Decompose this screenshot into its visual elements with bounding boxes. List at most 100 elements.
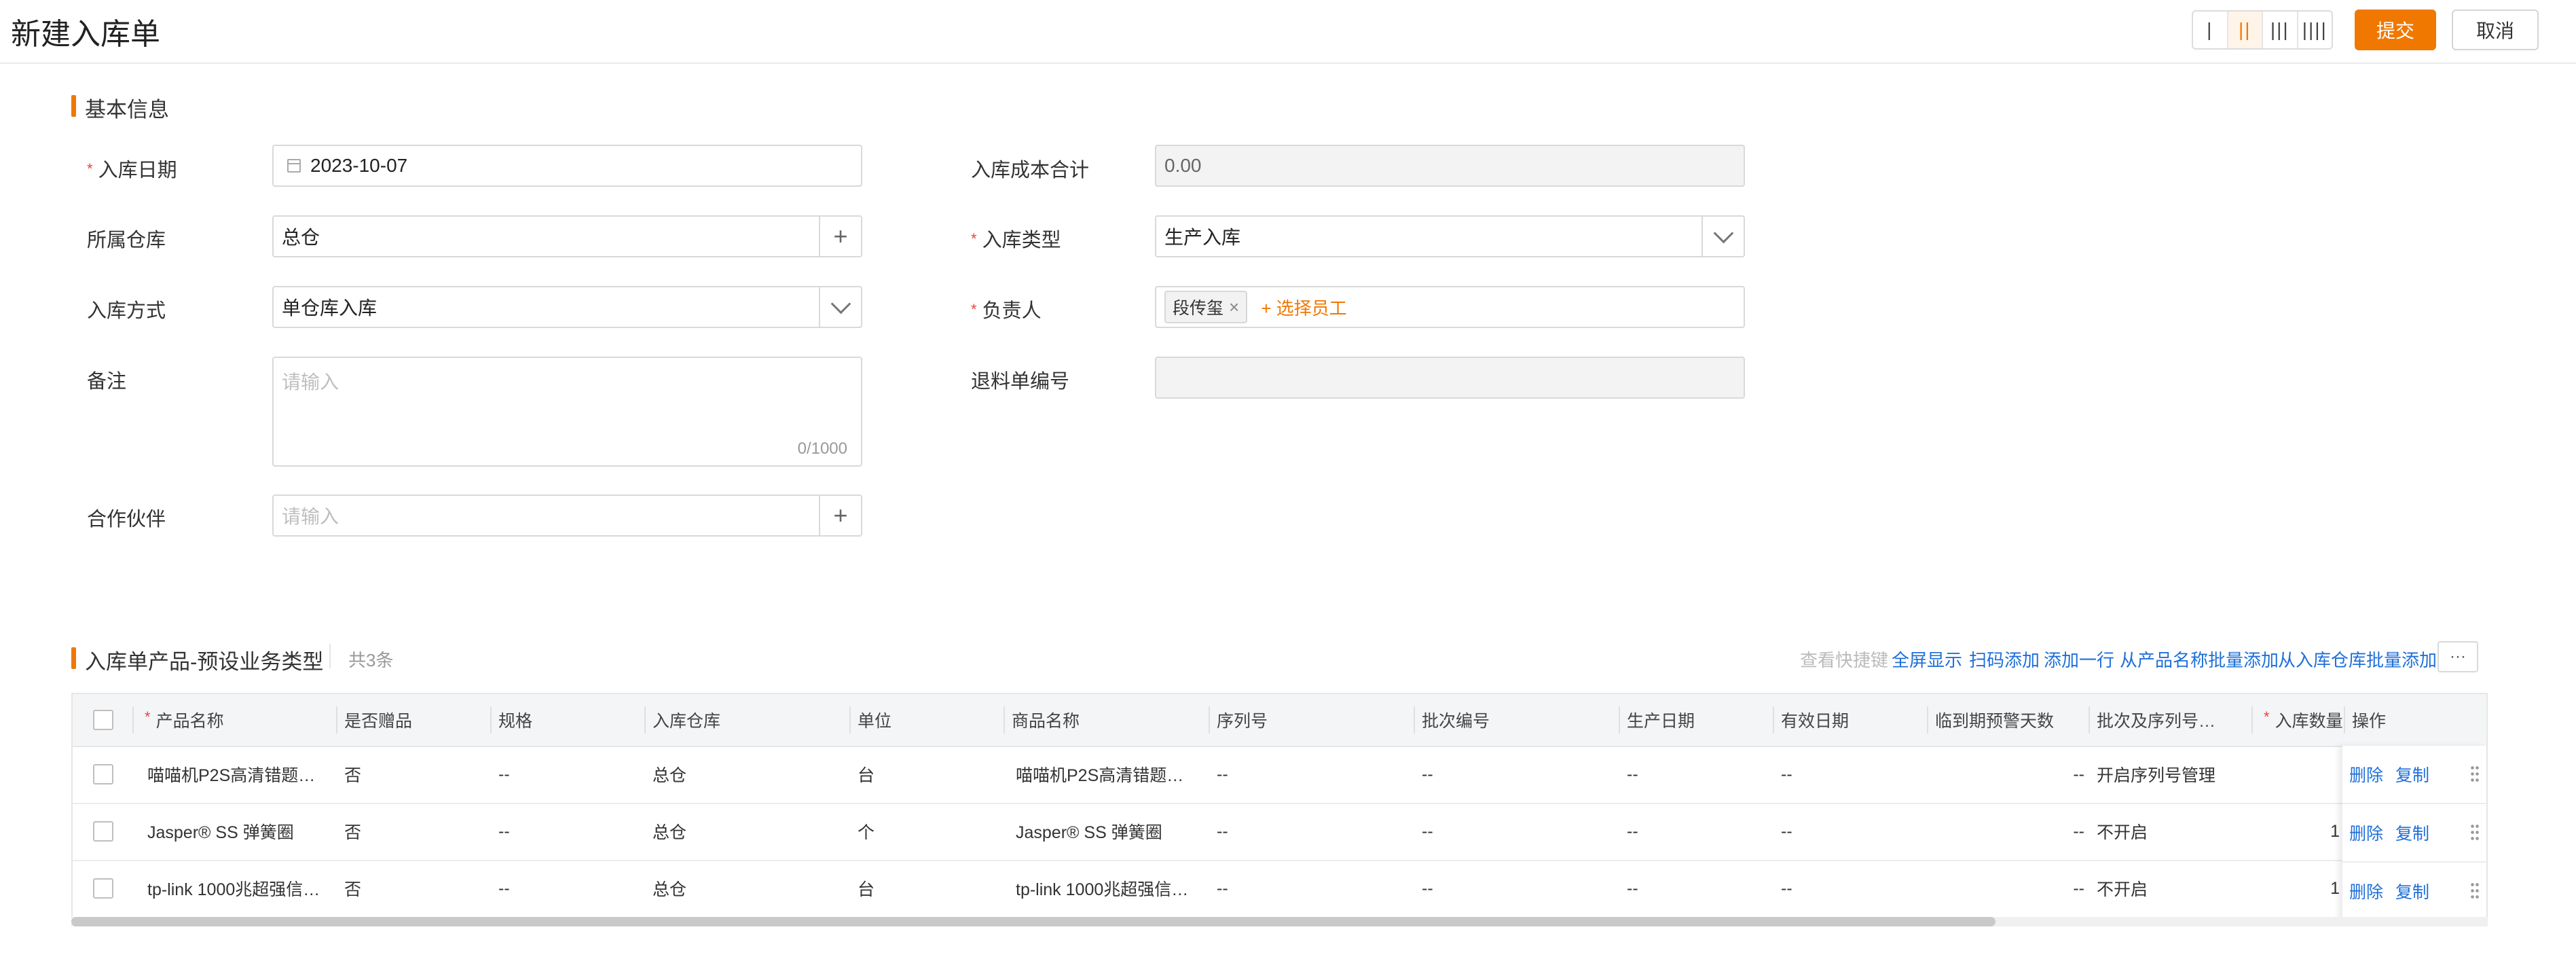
actions-row: 删除 复制 [2342,746,2486,804]
cell-product-name[interactable]: Jasper® SS 弹簧圈 [134,803,337,860]
cell-batch[interactable]: -- [1415,860,1620,917]
cell-prod-date[interactable]: -- [1620,746,1774,803]
row-select-cell [73,746,134,803]
row-checkbox[interactable] [93,821,113,842]
cell-quantity[interactable]: 1 [2253,803,2345,860]
cell-prod-date[interactable]: -- [1620,803,1774,860]
cell-exp-date[interactable]: -- [1774,860,1928,917]
add-partner-button[interactable]: + [819,496,861,535]
required-mark: * [971,230,977,247]
more-actions-button[interactable]: ··· [2437,641,2478,672]
actions-cell: 删除 复制 [2342,863,2486,917]
cancel-button[interactable]: 取消 [2452,10,2539,50]
chevron-down-icon [830,293,851,314]
type-label-text: 入库类型 [982,230,1061,251]
cell-warn-days[interactable]: -- [1928,803,2090,860]
cell-unit: 台 [858,766,875,785]
cell-serial[interactable]: -- [1210,803,1415,860]
warehouse-field[interactable]: 总仓 + [272,215,862,257]
method-dropdown-toggle[interactable] [819,287,861,327]
batch-add-by-name-link[interactable]: 从产品名称批量添加 [2120,647,2279,672]
copy-row-link[interactable]: 复制 [2395,879,2429,903]
owner-label: * 负责人 [971,295,1042,323]
row-checkbox[interactable] [93,764,113,784]
copy-row-link[interactable]: 复制 [2395,820,2429,845]
layout-3-column-button[interactable]: ||| [2263,12,2298,48]
required-mark: * [87,160,93,177]
remove-owner-icon[interactable]: × [1229,297,1239,318]
submit-button[interactable]: 提交 [2355,10,2436,50]
partner-placeholder: 请输入 [282,506,339,527]
cell-quantity[interactable] [2253,746,2345,803]
cell-gift[interactable]: 否 [337,746,492,803]
batch-add-by-warehouse-link[interactable]: 从入库仓库批量添加 [2278,647,2437,672]
cell-quantity[interactable]: 1 [2253,860,2345,917]
col-serial: 序列号 [1210,694,1415,746]
row-checkbox[interactable] [93,878,113,899]
cell-warn-days[interactable]: -- [1928,746,2090,803]
cell-gift[interactable]: 否 [337,803,492,860]
delete-row-link[interactable]: 删除 [2349,820,2383,845]
drag-handle-icon[interactable] [2470,823,2480,842]
drag-handle-icon[interactable] [2470,765,2480,784]
cell-batch[interactable]: -- [1415,746,1620,803]
method-select[interactable]: 单仓库入库 [272,286,862,328]
shortcuts-link[interactable]: 查看快捷键 [1800,647,1888,672]
cell-warehouse[interactable]: 总仓 [646,803,851,860]
delete-row-link[interactable]: 删除 [2349,762,2383,787]
cell-goods-name: Jasper® SS 弹簧圈 [1016,823,1162,842]
column-layout-switch[interactable]: | || ||| |||| [2192,10,2333,50]
table-row: Jasper® SS 弹簧圈 否 -- 总仓 个 Jasper® SS 弹簧圈 … [73,803,2486,861]
cell-serial[interactable]: -- [1210,746,1415,803]
owner-field[interactable]: 段传玺 × + 选择员工 [1155,286,1745,328]
warehouse-value: 总仓 [282,227,320,248]
cell-gift[interactable]: 否 [337,860,492,917]
add-warehouse-button[interactable]: + [819,217,861,256]
fullscreen-link[interactable]: 全屏显示 [1892,647,1962,672]
remark-label: 备注 [87,371,127,393]
required-mark: * [145,708,151,725]
cell-exp-date[interactable]: -- [1774,746,1928,803]
cell-serial[interactable]: -- [1210,860,1415,917]
page-header: 新建入库单 | || ||| |||| 提交 取消 [0,0,2576,64]
cell-batch-serial: 不开启 [2097,880,2148,899]
partner-field[interactable]: 请输入 + [272,494,862,537]
col-actions: 操作 [2352,712,2387,731]
cell-product-name[interactable]: 喵喵机P2S高清错题… [134,746,337,803]
date-field[interactable]: 2023-10-07 [272,145,862,187]
layout-4-column-button[interactable]: |||| [2298,12,2332,48]
cell-exp-date[interactable]: -- [1774,803,1928,860]
col-quantity: * 入库数量 [2253,694,2345,746]
scan-add-link[interactable]: 扫码添加 [1969,647,2040,672]
required-mark: * [2264,708,2270,725]
cell-warehouse[interactable]: 总仓 [646,860,851,917]
add-row-link[interactable]: 添加一行 [2044,647,2114,672]
cell-batch[interactable]: -- [1415,803,1620,860]
col-prod-date: 生产日期 [1620,694,1774,746]
delete-row-link[interactable]: 删除 [2349,879,2383,903]
col-gift: 是否赠品 [337,694,492,746]
date-value: 2023-10-07 [310,155,408,176]
cell-warehouse[interactable]: 总仓 [646,746,851,803]
cell-warn-days[interactable]: -- [1928,860,2090,917]
row-select-cell [73,803,134,860]
table-horizontal-scrollbar[interactable] [71,917,2488,926]
remark-textarea[interactable]: 请输入 0/1000 [272,357,862,467]
cell-product-name[interactable]: tp-link 1000兆超强信… [134,860,337,917]
actions-row: 删除 复制 [2342,863,2486,917]
layout-2-column-button[interactable]: || [2228,12,2263,48]
scrollbar-thumb[interactable] [71,917,1995,926]
select-employee-link[interactable]: + 选择员工 [1261,295,1346,320]
copy-row-link[interactable]: 复制 [2395,762,2429,787]
cell-prod-date[interactable]: -- [1620,860,1774,917]
table-row: tp-link 1000兆超强信… 否 -- 总仓 台 tp-link 1000… [73,860,2486,917]
actions-column: 删除 复制 删除 复制 删除 复制 [2342,746,2486,917]
layout-1-column-button[interactable]: | [2193,12,2228,48]
select-all-checkbox[interactable] [93,710,113,730]
type-dropdown-toggle[interactable] [1701,217,1744,256]
type-label: * 入库类型 [971,224,1061,253]
drag-handle-icon[interactable] [2470,882,2480,901]
cell-batch-serial: 不开启 [2097,823,2148,842]
type-select[interactable]: 生产入库 [1155,215,1745,257]
products-table: * 产品名称 是否赠品 规格 入库仓库 单位 商品名称 序列号 批次编号 生产日期… [71,693,2488,917]
